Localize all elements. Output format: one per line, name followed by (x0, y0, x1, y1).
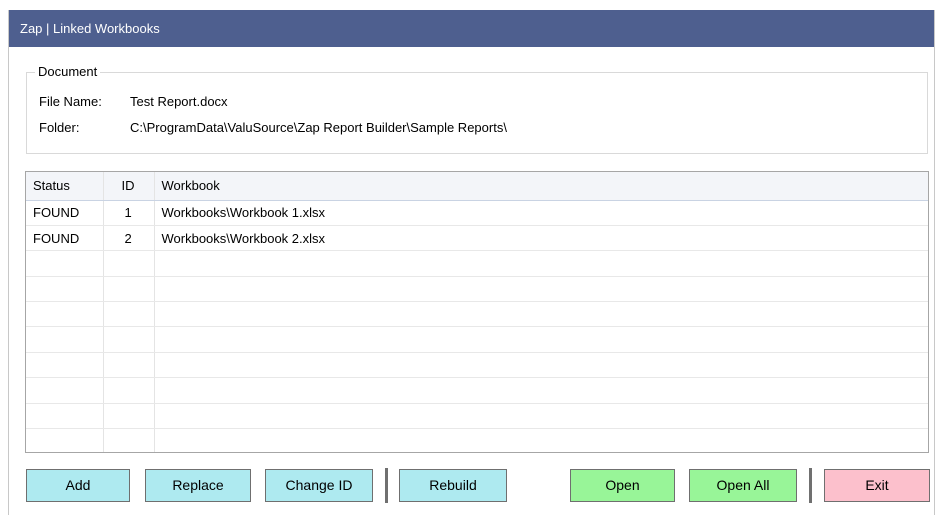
cell-workbook[interactable] (154, 377, 928, 404)
table-header-row: Status ID Workbook (26, 172, 928, 201)
cell-id[interactable]: 2 (103, 225, 155, 252)
table-row[interactable] (26, 301, 928, 328)
table-row[interactable]: FOUND 1 Workbooks\Workbook 1.xlsx (26, 200, 928, 226)
document-groupbox: Document File Name: Test Report.docx Fol… (26, 64, 928, 154)
cell-workbook[interactable]: Workbooks\Workbook 1.xlsx (154, 200, 928, 226)
folder-value: C:\ProgramData\ValuSource\Zap Report Bui… (130, 120, 507, 135)
cell-status[interactable] (26, 377, 104, 404)
add-button[interactable]: Add (26, 469, 130, 502)
cell-workbook[interactable] (154, 326, 928, 353)
cell-workbook[interactable] (154, 352, 928, 379)
cell-status[interactable]: FOUND (26, 200, 104, 226)
cell-status[interactable] (26, 403, 104, 430)
workbooks-grid[interactable]: Status ID Workbook FOUND 1 Workbooks\Wor… (25, 171, 929, 453)
folder-label: Folder: (39, 120, 80, 135)
table-row[interactable] (26, 326, 928, 353)
cell-id[interactable] (103, 403, 155, 430)
table-row[interactable] (26, 352, 928, 379)
linked-workbooks-window: Zap | Linked Workbooks Document File Nam… (8, 10, 935, 515)
cell-workbook[interactable] (154, 276, 928, 303)
cell-id[interactable] (103, 352, 155, 379)
cell-id[interactable] (103, 276, 155, 303)
file-name-row: File Name: Test Report.docx (39, 94, 228, 110)
cell-workbook[interactable] (154, 403, 928, 430)
replace-button[interactable]: Replace (145, 469, 251, 502)
cell-id[interactable] (103, 250, 155, 277)
cell-status[interactable] (26, 326, 104, 353)
document-legend: Document (35, 64, 101, 80)
cell-id[interactable] (103, 301, 155, 328)
cell-id[interactable] (103, 326, 155, 353)
table-row[interactable] (26, 377, 928, 404)
column-header-id[interactable]: ID (103, 172, 155, 201)
exit-button[interactable]: Exit (824, 469, 930, 502)
cell-status[interactable] (26, 428, 104, 452)
cell-status[interactable] (26, 301, 104, 328)
cell-status[interactable] (26, 352, 104, 379)
change-id-button[interactable]: Change ID (265, 469, 373, 502)
cell-status[interactable] (26, 276, 104, 303)
table-row[interactable] (26, 428, 928, 452)
cell-workbook[interactable]: Workbooks\Workbook 2.xlsx (154, 225, 928, 252)
rebuild-button[interactable]: Rebuild (399, 469, 507, 502)
cell-status[interactable] (26, 250, 104, 277)
cell-id[interactable]: 1 (103, 200, 155, 226)
folder-row: Folder: C:\ProgramData\ValuSource\Zap Re… (39, 120, 507, 136)
cell-id[interactable] (103, 428, 155, 452)
open-all-button[interactable]: Open All (689, 469, 797, 502)
column-header-status[interactable]: Status (26, 172, 104, 201)
file-name-label: File Name: (39, 94, 102, 109)
cell-status[interactable]: FOUND (26, 225, 104, 252)
workbooks-table: Status ID Workbook FOUND 1 Workbooks\Wor… (26, 172, 928, 452)
button-separator (809, 468, 812, 503)
table-row[interactable] (26, 250, 928, 277)
file-name-value: Test Report.docx (130, 94, 228, 109)
table-row[interactable] (26, 276, 928, 303)
table-row[interactable] (26, 403, 928, 430)
cell-workbook[interactable] (154, 250, 928, 277)
open-button[interactable]: Open (570, 469, 675, 502)
cell-workbook[interactable] (154, 301, 928, 328)
window-title: Zap | Linked Workbooks (9, 10, 934, 47)
column-header-workbook[interactable]: Workbook (154, 172, 928, 201)
cell-id[interactable] (103, 377, 155, 404)
table-row[interactable]: FOUND 2 Workbooks\Workbook 2.xlsx (26, 225, 928, 252)
button-separator (385, 468, 388, 503)
cell-workbook[interactable] (154, 428, 928, 452)
